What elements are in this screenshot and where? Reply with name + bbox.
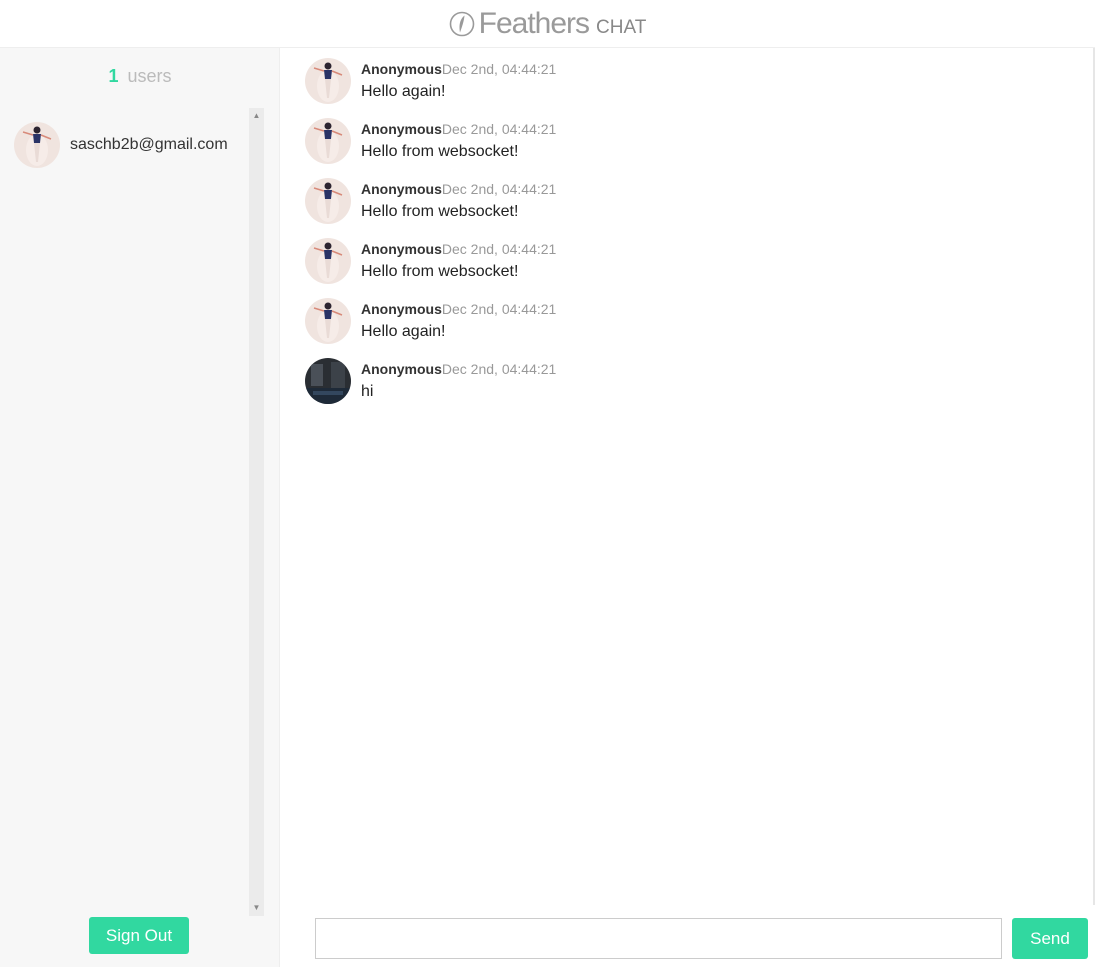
logo-subtitle: CHAT xyxy=(596,16,647,38)
feathers-logo: Feathers CHAT xyxy=(449,6,647,41)
message-text: Hello again! xyxy=(361,83,446,100)
photo-woman-icon xyxy=(305,118,351,164)
message-author: Anonymous xyxy=(361,181,442,197)
user-list[interactable]: saschb2b@gmail.com xyxy=(0,108,264,916)
message: AnonymousDec 2nd, 04:44:21 Hello from we… xyxy=(305,178,556,224)
message-text: Hello from websocket! xyxy=(361,143,519,160)
user-count-heading: 1 users xyxy=(0,66,280,87)
user-avatar xyxy=(14,122,60,168)
message-text: Hello again! xyxy=(361,323,446,340)
photo-woman-icon xyxy=(305,58,351,104)
message-text: Hello from websocket! xyxy=(361,203,519,220)
photo-woman-icon xyxy=(305,178,351,224)
sign-out-button[interactable]: Sign Out xyxy=(89,917,189,954)
message-avatar xyxy=(305,118,351,164)
sidebar: 1 users saschb2b@gmail.com ▲ ▼ Sign Out xyxy=(0,48,280,967)
message-input[interactable] xyxy=(315,918,1002,959)
message: AnonymousDec 2nd, 04:44:21 Hello from we… xyxy=(305,118,556,164)
user-count-label: users xyxy=(127,66,172,86)
message-author: Anonymous xyxy=(361,241,442,257)
message-text: Hello from websocket! xyxy=(361,263,519,280)
message: AnonymousDec 2nd, 04:44:21 Hello from we… xyxy=(305,238,556,284)
user-email: saschb2b@gmail.com xyxy=(70,136,228,153)
message-author: Anonymous xyxy=(361,121,442,137)
message-author: Anonymous xyxy=(361,301,442,317)
photo-woman-icon xyxy=(305,298,351,344)
scroll-down-arrow-icon[interactable]: ▼ xyxy=(249,902,264,914)
user-list-scrollbar[interactable]: ▲ ▼ xyxy=(249,108,264,916)
user-list-item[interactable]: saschb2b@gmail.com xyxy=(14,122,228,168)
message-avatar xyxy=(305,238,351,284)
message-avatar xyxy=(305,178,351,224)
photo-dark-room-icon xyxy=(305,358,351,404)
message-timestamp: Dec 2nd, 04:44:21 xyxy=(441,181,557,197)
message: AnonymousDec 2nd, 04:44:21 Hello again! xyxy=(305,298,556,344)
message-avatar xyxy=(305,358,351,404)
message-timestamp: Dec 2nd, 04:44:21 xyxy=(441,121,557,137)
feather-icon xyxy=(449,11,474,36)
message: AnonymousDec 2nd, 04:44:21 Hello again! xyxy=(305,58,556,104)
app-header: Feathers CHAT xyxy=(0,0,1095,48)
message: AnonymousDec 2nd, 04:44:21 hi xyxy=(305,358,556,404)
logo-text: Feathers xyxy=(478,6,590,40)
send-button[interactable]: Send xyxy=(1012,918,1088,959)
user-count: 1 xyxy=(108,66,119,86)
photo-woman-icon xyxy=(305,238,351,284)
message-timestamp: Dec 2nd, 04:44:21 xyxy=(441,361,557,377)
message-avatar xyxy=(305,58,351,104)
message-avatar xyxy=(305,298,351,344)
message-author: Anonymous xyxy=(361,361,442,377)
message-timestamp: Dec 2nd, 04:44:21 xyxy=(441,241,557,257)
message-text: hi xyxy=(361,383,374,400)
photo-woman-icon xyxy=(14,122,60,168)
message-timestamp: Dec 2nd, 04:44:21 xyxy=(441,301,557,317)
message-timestamp: Dec 2nd, 04:44:21 xyxy=(441,61,557,77)
message-author: Anonymous xyxy=(361,61,442,77)
chat-main: AnonymousDec 2nd, 04:44:21 Hello again! … xyxy=(280,48,1095,967)
scroll-up-arrow-icon[interactable]: ▲ xyxy=(249,110,264,122)
